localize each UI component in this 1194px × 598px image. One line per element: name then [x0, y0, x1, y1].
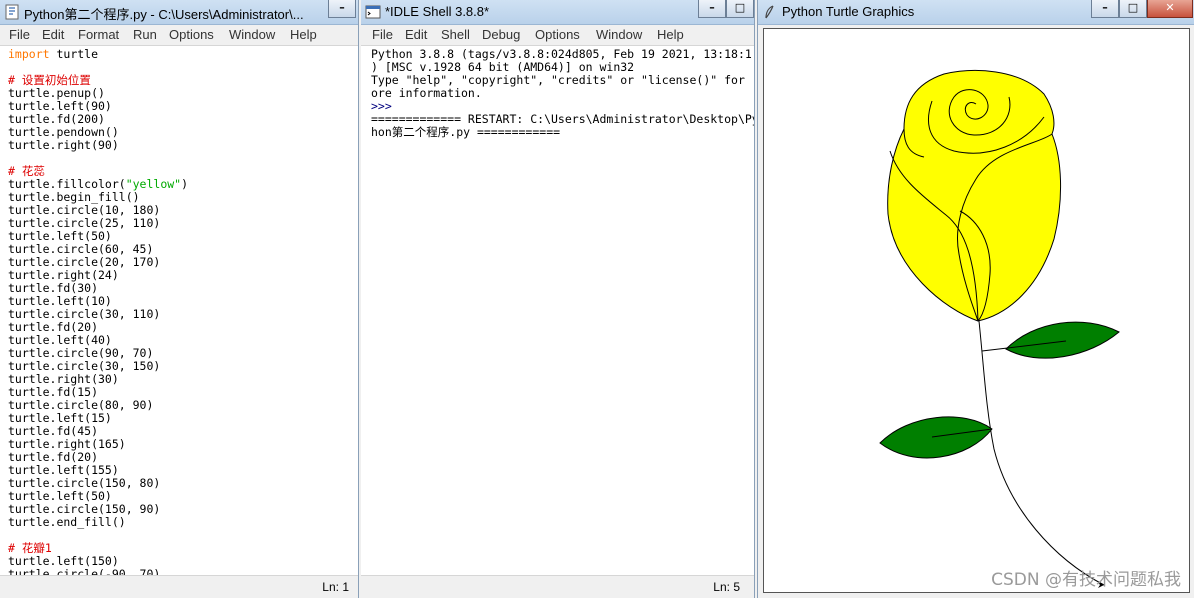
- shell-statusbar: Ln: 5: [361, 575, 754, 598]
- shell-menu-file[interactable]: File: [372, 27, 393, 42]
- idle-icon: [365, 5, 381, 19]
- minimize-icon: –: [339, 1, 345, 14]
- editor-window: Python第二个程序.py - C:\Users\Administrator\…: [0, 0, 359, 598]
- shell-menu-help[interactable]: Help: [657, 27, 684, 42]
- shell-menu-shell[interactable]: Shell: [441, 27, 470, 42]
- stem: [978, 320, 1105, 586]
- close-icon: ✕: [1165, 1, 1175, 14]
- shell-menu-options[interactable]: Options: [535, 27, 580, 42]
- shell-title: *IDLE Shell 3.8.8*: [385, 4, 490, 19]
- minimize-button[interactable]: –: [698, 0, 726, 18]
- shell-menu-edit[interactable]: Edit: [405, 27, 427, 42]
- turtle-window: Python Turtle Graphics – □ ✕ CSDN @有技术问题…: [757, 0, 1194, 598]
- watermark: CSDN @有技术问题私我: [991, 570, 1181, 590]
- turtle-canvas[interactable]: [763, 28, 1190, 593]
- turtle-titlebar[interactable]: Python Turtle Graphics – □ ✕: [758, 0, 1194, 25]
- turtle-title: Python Turtle Graphics: [782, 4, 915, 19]
- editor-statusbar: Ln: 1: [0, 575, 358, 598]
- maximize-button[interactable]: □: [726, 0, 754, 18]
- rose-head: [887, 70, 1062, 322]
- leaf-right: [1005, 321, 1120, 359]
- editor-title: Python第二个程序.py - C:\Users\Administrator\…: [24, 7, 304, 22]
- editor-menu-format[interactable]: Format: [78, 27, 119, 42]
- editor-menu-window[interactable]: Window: [229, 27, 275, 42]
- shell-menubar: File Edit Shell Debug Options Window Help: [361, 25, 754, 46]
- maximize-icon: □: [734, 1, 746, 14]
- maximize-icon: □: [1127, 1, 1139, 14]
- editor-menu-help[interactable]: Help: [290, 27, 317, 42]
- editor-titlebar[interactable]: Python第二个程序.py - C:\Users\Administrator\…: [0, 0, 358, 25]
- shell-menu-window[interactable]: Window: [596, 27, 642, 42]
- editor-menu-edit[interactable]: Edit: [42, 27, 64, 42]
- shell-menu-debug[interactable]: Debug: [482, 27, 520, 42]
- shell-window: *IDLE Shell 3.8.8* – □ File Edit Shell Debu…: [361, 0, 755, 598]
- editor-status-line: Ln: 1: [322, 580, 349, 594]
- feather-icon: [765, 5, 774, 19]
- shell-output[interactable]: Python 3.8.8 (tags/v3.8.8:024d805, Feb 1…: [361, 46, 754, 576]
- code-editor[interactable]: import turtle # 设置初始位置 turtle.penup() turtl…: [0, 46, 358, 576]
- editor-menu-run[interactable]: Run: [133, 27, 157, 42]
- code-line: turtle.right(90): [8, 138, 119, 152]
- editor-menu-file[interactable]: File: [9, 27, 30, 42]
- editor-menubar: File Edit Format Run Options Window Help: [0, 25, 358, 46]
- shell-titlebar[interactable]: *IDLE Shell 3.8.8* – □: [361, 0, 754, 25]
- minimize-icon: –: [709, 1, 715, 14]
- shell-status-line: Ln: 5: [713, 580, 740, 594]
- minimize-button[interactable]: –: [1091, 0, 1119, 18]
- maximize-button[interactable]: □: [1119, 0, 1147, 18]
- shell-line: ore information.: [371, 86, 482, 100]
- code-line: turtle.end_fill(): [8, 515, 126, 529]
- shell-line: hon第二个程序.py ============: [371, 125, 561, 139]
- code-line: import turtle: [8, 47, 99, 61]
- editor-menu-options[interactable]: Options: [169, 27, 214, 42]
- close-button[interactable]: ✕: [1147, 0, 1193, 18]
- leaf-left: [879, 416, 993, 459]
- minimize-icon: –: [1102, 1, 1108, 14]
- rose-drawing: [879, 70, 1120, 588]
- python-file-icon: [5, 4, 19, 20]
- minimize-button[interactable]: –: [328, 0, 356, 18]
